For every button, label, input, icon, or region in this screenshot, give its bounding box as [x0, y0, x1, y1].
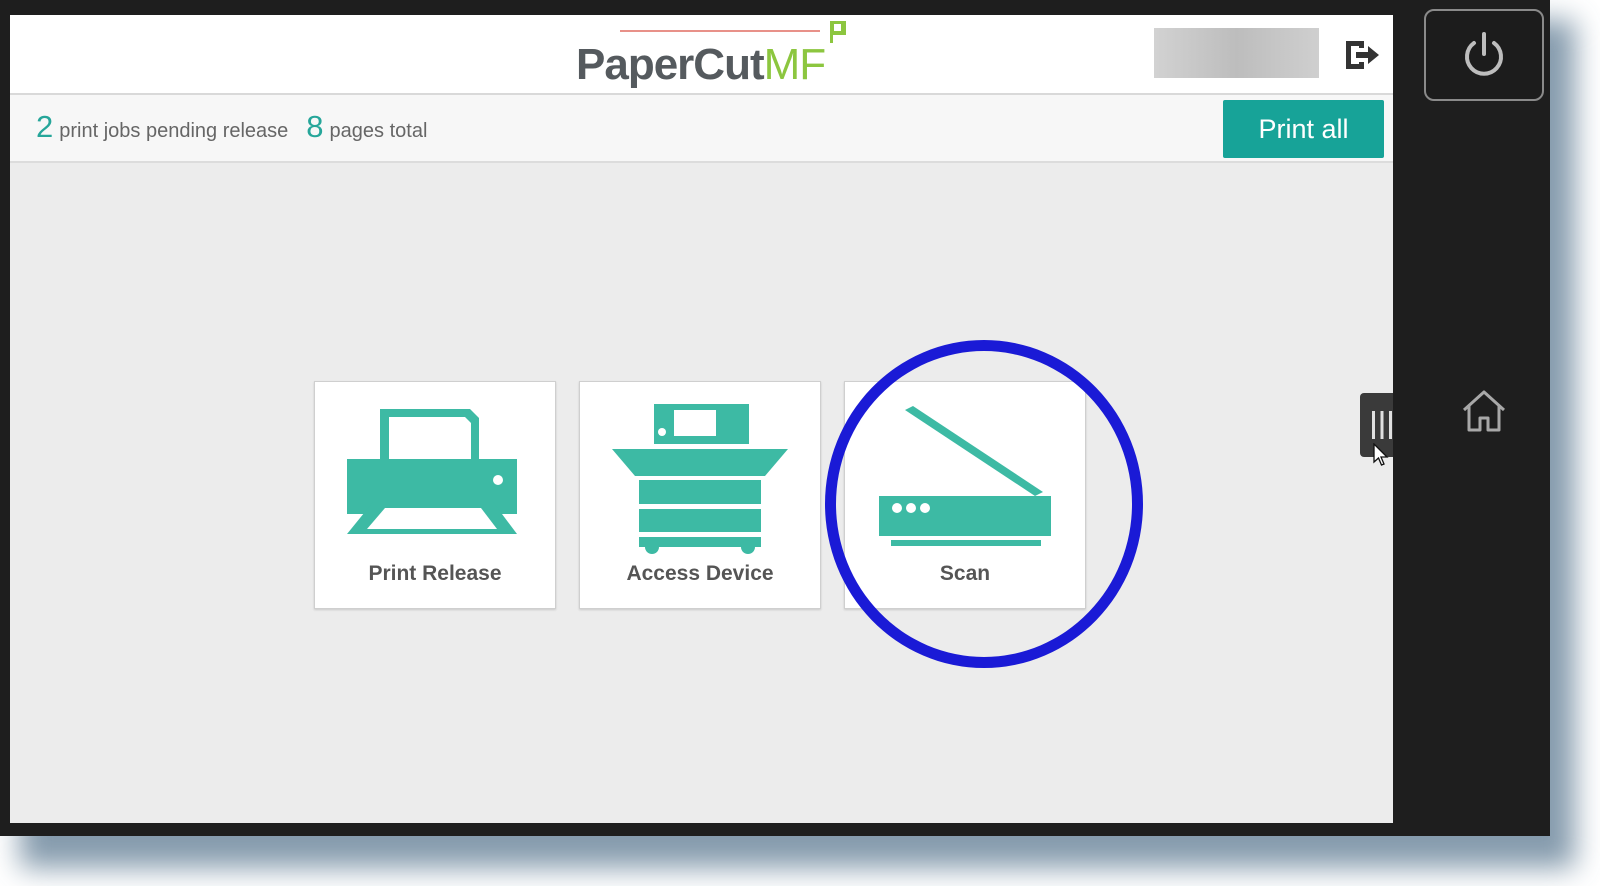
tile-icon-wrap — [315, 404, 555, 554]
tile-scan[interactable]: Scan — [844, 381, 1086, 609]
power-button[interactable] — [1424, 9, 1544, 101]
tile-label: Print Release — [368, 562, 502, 585]
tile-label: Access Device — [626, 562, 774, 585]
printer-icon — [347, 409, 517, 534]
tile-label: Scan — [939, 562, 991, 585]
tile-print-release[interactable]: Print Release — [314, 381, 556, 609]
tiles-area: Print Release Access Device Scan — [10, 15, 1393, 823]
tile-icon-wrap — [845, 404, 1085, 554]
tile-icon-wrap — [580, 404, 820, 554]
device-screen: PaperCutMF 2 print jobs pending release … — [10, 15, 1393, 823]
power-icon — [1465, 32, 1503, 76]
device-bezel: PaperCutMF 2 print jobs pending release … — [0, 0, 1550, 836]
menu-bars-icon — [1371, 411, 1392, 439]
mouse-cursor-icon — [1373, 443, 1389, 466]
tile-access-device[interactable]: Access Device — [579, 381, 821, 609]
home-button[interactable] — [1456, 385, 1512, 437]
home-icon — [1462, 390, 1506, 432]
stage: PaperCutMF 2 print jobs pending release … — [0, 0, 1600, 886]
copier-icon — [612, 404, 788, 554]
scanner-icon — [879, 406, 1051, 546]
